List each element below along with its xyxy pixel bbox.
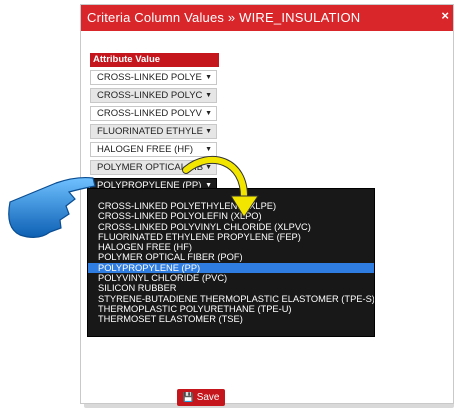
attribute-value-select[interactable]: CROSS-LINKED POLYC ▼: [90, 88, 217, 103]
attribute-value-select[interactable]: CROSS-LINKED POLYE ▼: [90, 70, 217, 85]
listbox-option[interactable]: POLYVINYL CHLORIDE (PVC): [88, 273, 374, 283]
listbox-option-selected[interactable]: POLYPROPYLENE (PP): [88, 262, 374, 274]
listbox-option[interactable]: CROSS-LINKED POLYOLEFIN (XLPO): [88, 211, 374, 221]
dialog-title: Criteria Column Values » WIRE_INSULATION: [87, 10, 361, 25]
table-row: HALOGEN FREE (HF) ▼: [90, 142, 219, 157]
table-row: CROSS-LINKED POLYC ▼: [90, 88, 219, 103]
listbox-option[interactable]: POLYMER OPTICAL FIBER (POF): [88, 252, 374, 262]
chevron-down-icon: ▼: [205, 128, 212, 135]
attribute-value-select[interactable]: POLYMER OPTICAL FIBE ▼: [90, 160, 217, 175]
select-value: CROSS-LINKED POLYE: [97, 72, 202, 83]
listbox-option[interactable]: [88, 189, 374, 201]
table-row: POLYMER OPTICAL FIBE ▼: [90, 160, 219, 175]
listbox-option[interactable]: CROSS-LINKED POLYETHYLENE (XLPE): [88, 201, 374, 211]
table-row: FLUORINATED ETHYLE ▼: [90, 124, 219, 139]
listbox-option[interactable]: CROSS-LINKED POLYVINYL CHLORIDE (XLPVC): [88, 222, 374, 232]
listbox-option[interactable]: SILICON RUBBER: [88, 283, 374, 293]
select-value: CROSS-LINKED POLYC: [97, 90, 203, 101]
table-row: CROSS-LINKED POLYV ▼: [90, 106, 219, 121]
chevron-down-icon: ▼: [205, 146, 212, 153]
attribute-value-select[interactable]: CROSS-LINKED POLYV ▼: [90, 106, 217, 121]
dialog-titlebar: Criteria Column Values » WIRE_INSULATION…: [81, 5, 453, 31]
chevron-down-icon: ▼: [205, 92, 212, 99]
select-value: POLYMER OPTICAL FIBE: [97, 162, 203, 173]
attribute-value-select[interactable]: HALOGEN FREE (HF) ▼: [90, 142, 217, 157]
floppy-disk-icon: 💾: [182, 392, 194, 402]
select-value: FLUORINATED ETHYLE: [97, 126, 203, 137]
attribute-value-select[interactable]: FLUORINATED ETHYLE ▼: [90, 124, 217, 139]
select-value: HALOGEN FREE (HF): [97, 144, 194, 155]
attribute-value-table: Attribute Value CROSS-LINKED POLYE ▼ CRO…: [90, 53, 219, 193]
listbox-option[interactable]: HALOGEN FREE (HF): [88, 242, 374, 252]
listbox-option[interactable]: THERMOSET ELASTOMER (TSE): [88, 314, 374, 324]
chevron-down-icon: ▼: [205, 110, 212, 117]
save-label: Save: [196, 392, 220, 403]
listbox-option[interactable]: THERMOPLASTIC POLYURETHANE (TPE-U): [88, 304, 374, 314]
select-value: CROSS-LINKED POLYV: [97, 108, 202, 119]
attribute-value-listbox[interactable]: CROSS-LINKED POLYETHYLENE (XLPE) CROSS-L…: [87, 188, 375, 337]
chevron-down-icon: ▼: [205, 74, 212, 81]
save-button[interactable]: 💾 Save: [177, 389, 225, 406]
listbox-option[interactable]: STYRENE-BUTADIENE THERMOPLASTIC ELASTOME…: [88, 294, 374, 304]
close-icon[interactable]: ×: [441, 8, 449, 24]
chevron-down-icon: ▼: [205, 164, 212, 171]
column-header-attribute-value: Attribute Value: [90, 53, 219, 67]
listbox-option[interactable]: FLUORINATED ETHYLENE PROPYLENE (FEP): [88, 232, 374, 242]
table-row: CROSS-LINKED POLYE ▼: [90, 70, 219, 85]
